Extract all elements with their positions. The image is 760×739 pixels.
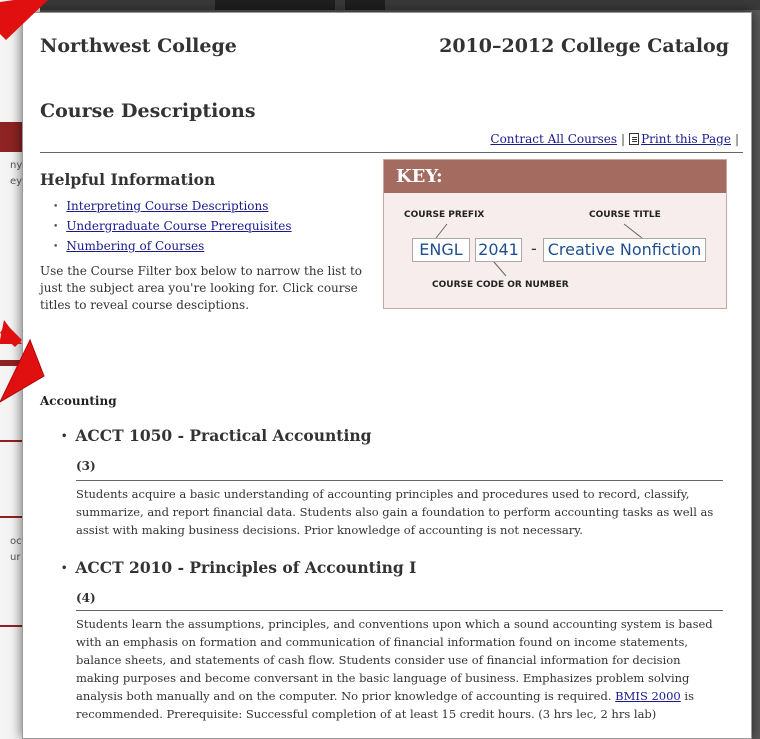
helpful-info-heading: Helpful Information [40, 170, 216, 189]
catalog-modal: Northwest College 2010–2012 College Cata… [22, 12, 752, 739]
college-name: Northwest College [40, 35, 237, 57]
course-credits: (4) [76, 591, 96, 605]
section-accounting-heading: Accounting [40, 394, 117, 408]
key-dash: - [531, 239, 537, 258]
catalog-title: 2010–2012 College Catalog [439, 35, 729, 57]
course-code-label: COURSE CODE OR NUMBER [432, 280, 569, 290]
background-text: ey [10, 176, 23, 187]
background-toolbar [0, 0, 760, 10]
key-code-box: 2041 [475, 238, 522, 262]
numbering-link[interactable]: Numbering of Courses [66, 239, 204, 253]
course-key-box: KEY: COURSE PREFIX COURSE TITLE ENGL 204… [383, 159, 727, 309]
bullet-icon: • [61, 431, 68, 442]
key-title-box: Creative Nonfiction [543, 238, 706, 262]
list-item: Interpreting Course Descriptions [53, 197, 292, 217]
background-text: oc [10, 536, 22, 547]
interpreting-descriptions-link[interactable]: Interpreting Course Descriptions [66, 199, 268, 213]
toolbar-separator: | [621, 132, 626, 146]
divider [76, 480, 723, 481]
key-prefix-box: ENGL [412, 238, 470, 262]
toolbar-separator: | [734, 132, 739, 146]
print-page-link[interactable]: Print this Page [641, 132, 731, 146]
bullet-icon: • [61, 563, 68, 574]
bmis-2000-link[interactable]: BMIS 2000 [615, 689, 681, 703]
divider [76, 610, 723, 611]
course-prefix-label: COURSE PREFIX [404, 210, 485, 220]
background-tab [345, 0, 385, 10]
course-title-acct-2010[interactable]: • ACCT 2010 - Principles of Accounting I [61, 558, 416, 577]
filter-instructions: Use the Course Filter box below to narro… [40, 264, 363, 312]
course-title-acct-1050[interactable]: • ACCT 1050 - Practical Accounting [61, 426, 371, 445]
course-description: Students acquire a basic understanding o… [76, 487, 714, 537]
course-credits: (3) [76, 459, 96, 473]
background-text: ur [10, 552, 21, 563]
page-toolbar: Contract All Courses | Print this Page | [490, 132, 743, 146]
list-item: Numbering of Courses [53, 237, 292, 257]
divider [40, 152, 743, 153]
course-title-text: ACCT 2010 - Principles of Accounting I [75, 558, 417, 577]
course-title-text: ACCT 1050 - Practical Accounting [75, 426, 372, 445]
background-tab [215, 0, 335, 10]
course-description: Students learn the assumptions, principl… [76, 615, 726, 723]
helpful-links-list: Interpreting Course Descriptions Undergr… [53, 197, 292, 257]
prerequisites-link[interactable]: Undergraduate Course Prerequisites [66, 219, 291, 233]
print-icon[interactable] [629, 133, 640, 145]
contract-all-courses-link[interactable]: Contract All Courses [490, 132, 617, 146]
list-item: Undergraduate Course Prerequisites [53, 217, 291, 237]
course-title-label: COURSE TITLE [589, 210, 661, 220]
background-text: ny [10, 160, 23, 171]
page-title: Course Descriptions [40, 100, 256, 122]
